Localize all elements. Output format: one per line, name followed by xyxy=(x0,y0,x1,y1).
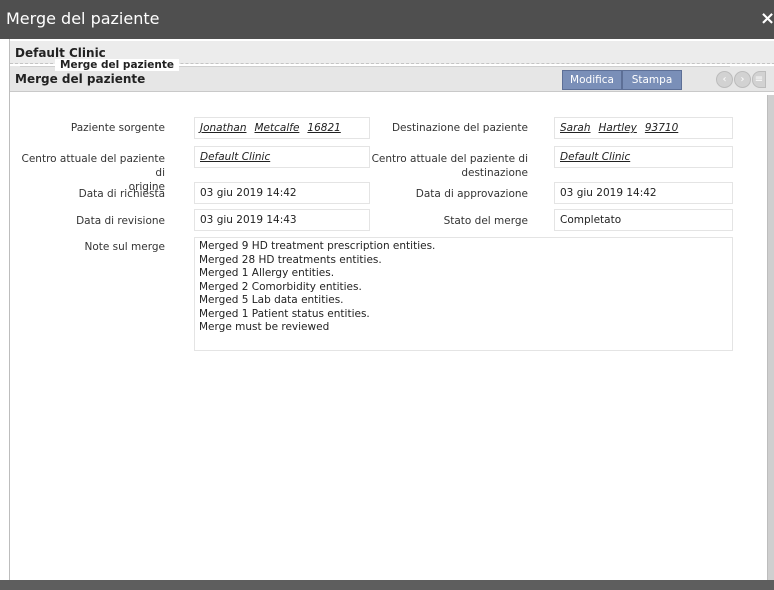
note-line: Merge must be reviewed xyxy=(199,321,330,333)
edit-button[interactable]: Modifica xyxy=(562,70,622,90)
dest-patient-id-link[interactable]: 93710 xyxy=(645,122,678,134)
chevron-left-icon[interactable]: ‹ xyxy=(716,71,733,88)
dest-center-field: Default Clinic xyxy=(554,146,733,168)
note-line: Merged 1 Allergy entities. xyxy=(199,267,335,279)
section-title: Merge del paziente xyxy=(15,72,146,86)
dest-patient-first-link[interactable]: Sarah xyxy=(560,122,591,134)
merge-status-field: Completato xyxy=(554,209,733,231)
source-patient-id-link[interactable]: 16821 xyxy=(307,122,340,134)
origin-center-link[interactable]: Default Clinic xyxy=(200,151,270,163)
approval-date-field: 03 giu 2019 14:42 xyxy=(554,182,733,204)
merge-status-label: Stato del merge xyxy=(443,215,528,227)
chevron-right-icon[interactable]: › xyxy=(734,71,751,88)
menu-icon[interactable]: ≡ xyxy=(752,71,766,88)
fieldset-legend: Merge del paziente xyxy=(55,59,179,71)
close-icon[interactable]: × xyxy=(760,8,774,29)
note-line: Merged 28 HD treatments entities. xyxy=(199,253,382,266)
note-line: Merged 2 Comorbidity entities. xyxy=(199,280,362,293)
source-patient-field: Jonathan Metcalfe 16821 xyxy=(194,117,370,139)
dest-center-label-line1: Centro attuale del paziente di xyxy=(371,153,528,165)
revision-date-field: 03 giu 2019 14:43 xyxy=(194,209,370,231)
dest-center-label: Centro attuale del paziente di destinazi… xyxy=(370,152,528,180)
window-title: Merge del paziente xyxy=(6,9,160,28)
note-line: Merged 9 HD treatment prescription entit… xyxy=(199,240,436,252)
clinic-name: Default Clinic xyxy=(15,46,106,60)
revision-date-label: Data di revisione xyxy=(76,215,165,227)
source-patient-first-link[interactable]: Jonathan xyxy=(200,122,246,134)
source-patient-last-link[interactable]: Metcalfe xyxy=(254,122,299,134)
source-patient-label: Paziente sorgente xyxy=(70,122,165,134)
note-line: Merged 5 Lab data entities. xyxy=(199,294,344,306)
merge-notes-label: Note sul merge xyxy=(84,241,165,253)
origin-center-field: Default Clinic xyxy=(194,146,370,168)
merge-notes-field: Merged 9 HD treatment prescription entit… xyxy=(194,237,733,351)
dest-center-link[interactable]: Default Clinic xyxy=(560,151,630,163)
dest-patient-label: Destinazione del paziente xyxy=(391,122,528,134)
window-titlebar: Merge del paziente × xyxy=(0,0,774,39)
vertical-scrollbar[interactable] xyxy=(767,95,774,581)
origin-center-label-line1: Centro attuale del paziente di xyxy=(21,153,165,179)
print-button[interactable]: Stampa xyxy=(622,70,682,90)
dest-center-label-line2: destinazione xyxy=(461,167,528,179)
dest-patient-field: Sarah Hartley 93710 xyxy=(554,117,733,139)
bottom-bar xyxy=(0,580,774,590)
request-date-field: 03 giu 2019 14:42 xyxy=(194,182,370,204)
request-date-label: Data di richiesta xyxy=(78,188,165,200)
note-line: Merged 1 Patient status entities. xyxy=(199,307,370,320)
dest-patient-last-link[interactable]: Hartley xyxy=(599,122,637,134)
approval-date-label: Data di approvazione xyxy=(415,188,528,200)
